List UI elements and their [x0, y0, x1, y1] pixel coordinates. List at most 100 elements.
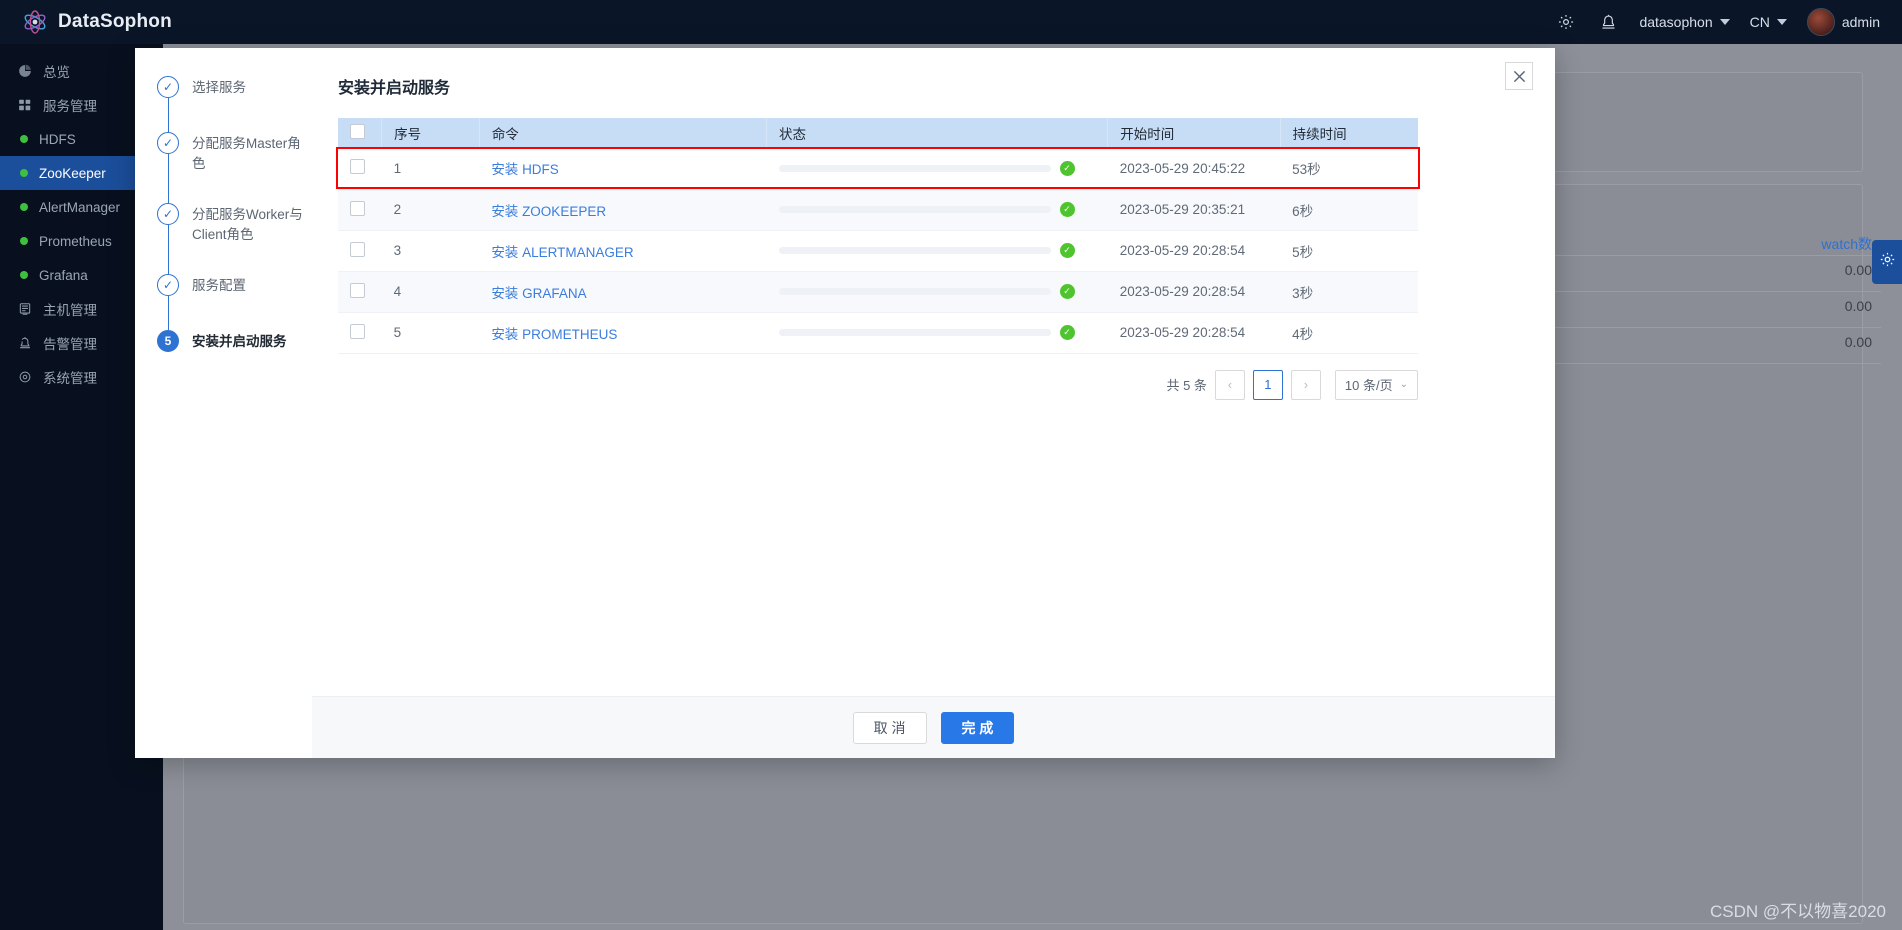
status-dot-icon	[20, 271, 28, 279]
server-icon	[18, 302, 32, 316]
sidebar-item-label: Grafana	[39, 267, 88, 283]
sidebar-item-label: 告警管理	[43, 337, 97, 352]
grid-icon	[18, 98, 32, 112]
step-5[interactable]: 5 安装并启动服务	[157, 330, 312, 386]
sidebar-item-label: AlertManager	[39, 199, 121, 215]
page-size-selector[interactable]: 10 条/页 ⌄	[1334, 369, 1418, 400]
cancel-button[interactable]: 取 消	[852, 711, 927, 744]
col-status: 状态	[766, 118, 1109, 148]
row-status: ✓	[766, 230, 1108, 272]
alarm-bell-icon[interactable]	[1597, 11, 1619, 33]
row-select-cell	[338, 271, 382, 313]
col-duration: 持续时间	[1280, 118, 1418, 148]
pagination-total: 共 5 条	[1166, 378, 1207, 393]
row-start-time: 2023-05-29 20:28:54	[1107, 312, 1281, 354]
col-command: 命令	[479, 118, 768, 148]
header-actions: datasophon CN admin	[1555, 8, 1902, 36]
install-services-modal: ✓ 选择服务 ✓ 分配服务Master角色 ✓ 分配服务Worker与Client角色 ✓ 服…	[135, 48, 1555, 758]
row-command: 安装 GRAFANA	[479, 271, 767, 313]
tenant-selector[interactable]: datasophon	[1639, 14, 1730, 30]
pagination-next-button[interactable]: ›	[1290, 369, 1321, 400]
step-3[interactable]: ✓ 分配服务Worker与Client角色	[157, 203, 312, 275]
row-checkbox[interactable]	[350, 241, 365, 257]
sidebar-item-label: 服务管理	[43, 99, 97, 114]
step-label: 分配服务Master角色	[192, 136, 301, 171]
select-all-checkbox[interactable]	[350, 124, 365, 139]
command-link[interactable]: 安装 ZOOKEEPER	[491, 204, 606, 219]
step-connector	[167, 225, 169, 275]
row-start-time: 2023-05-29 20:35:21	[1107, 189, 1281, 231]
sidebar-item-label: Prometheus	[39, 233, 112, 249]
sidebar-item-label: 总览	[43, 65, 70, 80]
command-link[interactable]: 安装 ALERTMANAGER	[491, 245, 633, 260]
row-checkbox[interactable]	[350, 282, 365, 298]
sidebar-item-label: ZooKeeper	[39, 165, 106, 181]
row-start-time: 2023-05-29 20:28:54	[1107, 271, 1281, 313]
row-select-cell	[338, 148, 382, 190]
row-duration: 6秒	[1280, 189, 1418, 231]
modal-footer: 取 消 完 成	[312, 696, 1555, 758]
pagination-page-1[interactable]: 1	[1252, 369, 1283, 400]
row-index: 5	[381, 312, 480, 354]
step-2[interactable]: ✓ 分配服务Master角色	[157, 132, 312, 204]
confirm-button[interactable]: 完 成	[940, 711, 1015, 744]
brand-name: DataSophon	[58, 11, 172, 32]
commands-table: 序号 命令 状态 开始时间 持续时间 1 安装 HDFS ✓ 2023-05-29 2…	[338, 118, 1418, 354]
row-status: ✓	[766, 271, 1108, 313]
status-dot-icon	[20, 169, 28, 177]
watch-value: 0.00	[1844, 334, 1872, 350]
table-row[interactable]: 5 安装 PROMETHEUS ✓ 2023-05-29 20:28:54 4秒	[338, 312, 1418, 354]
step-check-icon: ✓	[157, 274, 179, 297]
step-connector	[167, 98, 169, 132]
status-dot-icon	[20, 237, 28, 245]
status-dot-icon	[20, 203, 28, 211]
username-label: admin	[1841, 14, 1880, 30]
sidebar-item-label: 系统管理	[43, 371, 97, 386]
gear-icon	[1879, 251, 1896, 273]
col-start-time: 开始时间	[1107, 118, 1281, 148]
sidebar-item-label: 主机管理	[43, 303, 97, 318]
row-duration: 4秒	[1280, 312, 1418, 354]
table-row[interactable]: 1 安装 HDFS ✓ 2023-05-29 20:45:22 53秒	[338, 148, 1418, 190]
row-select-cell	[338, 230, 382, 272]
page-size-label: 10 条/页	[1344, 378, 1393, 393]
table-body: 1 安装 HDFS ✓ 2023-05-29 20:45:22 53秒 2 安装 ZOOKE…	[338, 148, 1418, 354]
step-label: 安装并启动服务	[192, 334, 287, 350]
step-connector	[167, 296, 169, 331]
pagination-prev-button[interactable]: ‹	[1214, 369, 1245, 400]
language-selector[interactable]: CN	[1750, 14, 1787, 30]
row-command: 安装 PROMETHEUS	[479, 312, 767, 354]
row-checkbox[interactable]	[350, 323, 365, 339]
table-row[interactable]: 2 安装 ZOOKEEPER ✓ 2023-05-29 20:35:21 6秒	[338, 189, 1418, 231]
success-check-icon: ✓	[1059, 202, 1075, 217]
progress-bar	[778, 164, 1051, 172]
table-row[interactable]: 4 安装 GRAFANA ✓ 2023-05-29 20:28:54 3秒	[338, 271, 1418, 313]
watch-column-header: watch数	[1821, 236, 1872, 252]
chevron-down-icon: ⌄	[1399, 379, 1408, 390]
modal-header: 安装并启动服务	[312, 48, 1555, 98]
step-navigation: ✓ 选择服务 ✓ 分配服务Master角色 ✓ 分配服务Worker与Client角色 ✓ 服…	[135, 48, 312, 758]
row-command: 安装 ALERTMANAGER	[479, 230, 767, 272]
close-icon[interactable]	[1505, 62, 1533, 90]
gear-icon[interactable]	[1555, 11, 1577, 33]
step-4[interactable]: ✓ 服务配置	[157, 274, 312, 331]
row-checkbox[interactable]	[350, 200, 365, 216]
row-index: 4	[381, 271, 480, 313]
row-command: 安装 HDFS	[479, 148, 767, 190]
user-menu[interactable]: admin	[1806, 8, 1880, 36]
table-row[interactable]: 3 安装 ALERTMANAGER ✓ 2023-05-29 20:28:54 5秒	[338, 230, 1418, 272]
datasophon-logo-icon	[22, 9, 48, 35]
command-link[interactable]: 安装 HDFS	[491, 162, 559, 177]
success-check-icon: ✓	[1059, 160, 1075, 176]
success-check-icon: ✓	[1059, 325, 1075, 340]
progress-bar	[778, 288, 1051, 295]
step-1[interactable]: ✓ 选择服务	[157, 76, 312, 132]
command-link[interactable]: 安装 GRAFANA	[491, 286, 586, 301]
row-duration: 53秒	[1280, 148, 1418, 190]
settings-drawer-tab[interactable]	[1872, 240, 1902, 284]
command-link[interactable]: 安装 PROMETHEUS	[491, 327, 617, 342]
row-checkbox[interactable]	[350, 159, 365, 175]
modal-body: 安装并启动服务 序号 命令 状态 开始时间 持续时间 1 安装 HDFS ✓ 2…	[312, 48, 1555, 758]
brand[interactable]: DataSophon	[0, 9, 172, 35]
row-status: ✓	[766, 148, 1108, 190]
